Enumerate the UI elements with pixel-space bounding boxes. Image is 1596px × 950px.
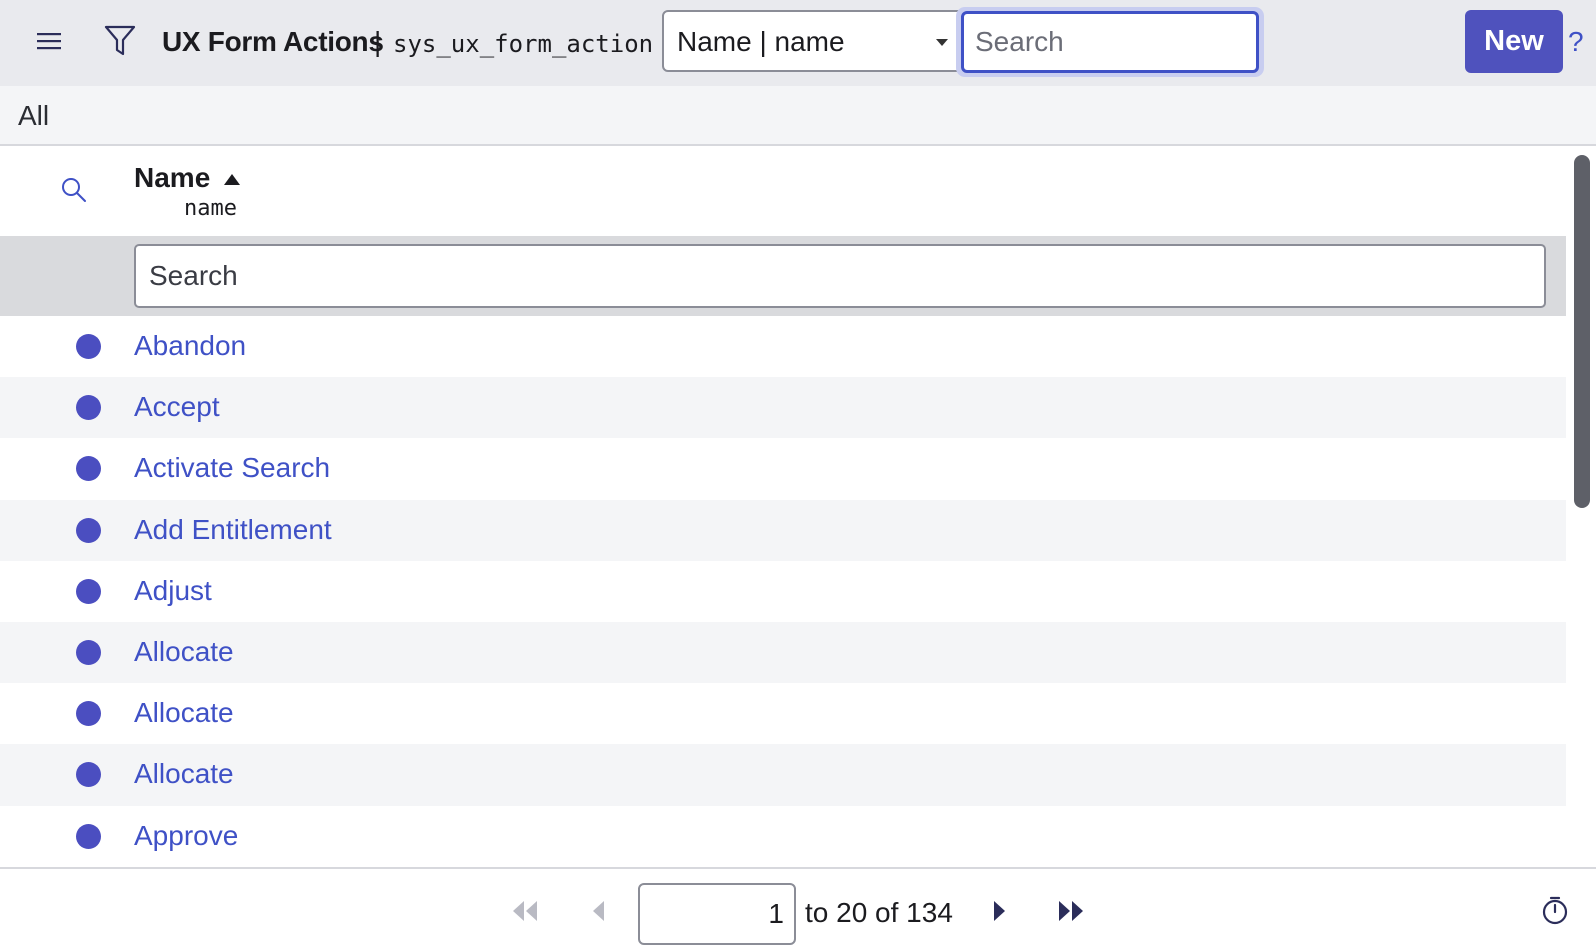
record-preview-icon[interactable] — [76, 639, 101, 665]
pagination-bar: to 20 of 134 — [0, 867, 1596, 950]
breadcrumb: All — [0, 86, 1596, 146]
pagination-range-label: to 20 of 134 — [805, 897, 953, 928]
new-button[interactable]: New — [1465, 10, 1563, 73]
table-row: Activate Search — [0, 438, 1566, 499]
funnel-filter-icon[interactable] — [104, 24, 136, 58]
table-row: Accept — [0, 377, 1566, 439]
column-header-row: Name name — [0, 146, 1566, 236]
search-field-select[interactable]: Name | name — [662, 10, 960, 72]
previous-page-icon[interactable] — [590, 899, 606, 923]
record-link[interactable]: Allocate — [134, 636, 234, 668]
record-link[interactable]: Abandon — [134, 330, 246, 362]
table-row: Allocate — [0, 683, 1566, 744]
list-rows: Abandon Accept Activate Search Add Entit… — [0, 316, 1566, 867]
record-preview-icon[interactable] — [76, 334, 101, 359]
record-preview-icon[interactable] — [76, 823, 101, 849]
sort-ascending-icon — [224, 174, 240, 185]
list-search-input[interactable] — [961, 11, 1259, 73]
page-title: UX Form Actions — [162, 26, 384, 57]
record-link[interactable]: Add Entitlement — [134, 514, 332, 546]
record-link[interactable]: Activate Search — [134, 452, 330, 484]
record-preview-icon[interactable] — [76, 395, 101, 421]
chevron-down-icon — [936, 39, 948, 46]
next-page-icon[interactable] — [992, 899, 1008, 923]
record-link[interactable]: Accept — [134, 391, 220, 423]
record-preview-icon[interactable] — [76, 578, 101, 604]
page-number-input[interactable] — [638, 883, 796, 945]
record-preview-icon[interactable] — [76, 456, 101, 482]
list-header: UX Form Actions | sys_ux_form_action Nam… — [0, 0, 1596, 86]
breadcrumb-all[interactable]: All — [18, 100, 49, 132]
record-link[interactable]: Allocate — [134, 758, 234, 790]
stopwatch-icon[interactable] — [1540, 895, 1570, 925]
hamburger-menu-icon[interactable] — [36, 28, 62, 54]
help-link[interactable]: ? — [1568, 26, 1584, 58]
first-page-icon[interactable] — [510, 899, 540, 923]
record-link[interactable]: Allocate — [134, 697, 234, 729]
record-preview-icon[interactable] — [76, 701, 101, 727]
table-row: Allocate — [0, 744, 1566, 806]
record-preview-icon[interactable] — [76, 762, 101, 788]
table-row: Abandon — [0, 316, 1566, 377]
table-row: Add Entitlement — [0, 499, 1566, 561]
column-field-name: name — [184, 196, 237, 221]
column-search-input[interactable] — [134, 244, 1546, 308]
record-preview-icon[interactable] — [76, 517, 101, 543]
table-row: Allocate — [0, 621, 1566, 684]
record-link[interactable]: Approve — [134, 820, 238, 852]
scrollbar-thumb[interactable] — [1574, 155, 1590, 508]
column-search-row — [0, 236, 1566, 316]
table-row: Adjust — [0, 561, 1566, 622]
search-icon[interactable] — [60, 176, 88, 204]
search-field-select-value: Name | name — [677, 26, 845, 57]
table-name: sys_ux_form_action — [393, 30, 654, 58]
last-page-icon[interactable] — [1056, 899, 1086, 923]
column-header-name[interactable]: Name — [134, 162, 210, 194]
title-separator: | — [374, 26, 382, 57]
table-row: Approve — [0, 806, 1566, 867]
record-link[interactable]: Adjust — [134, 575, 212, 607]
